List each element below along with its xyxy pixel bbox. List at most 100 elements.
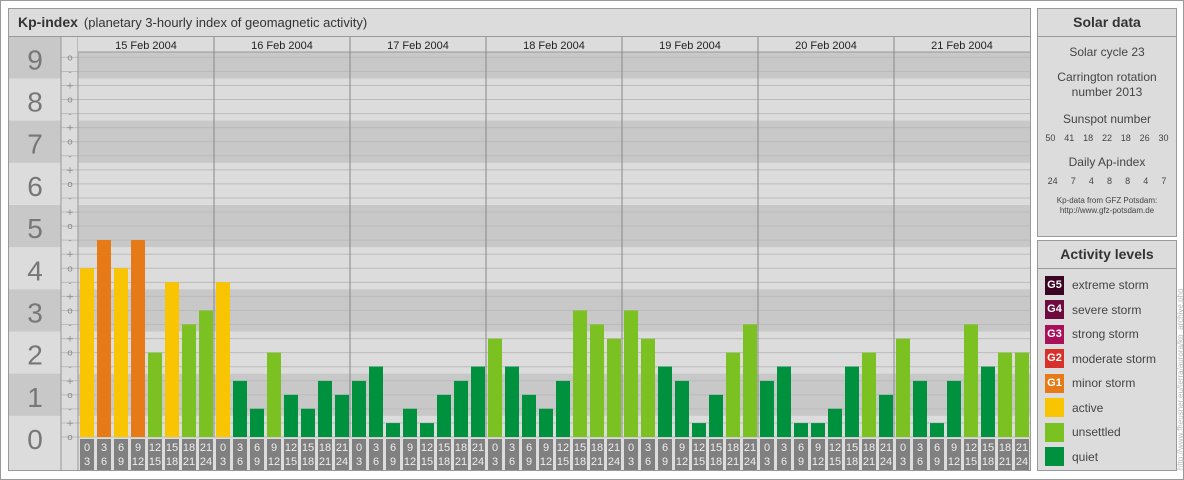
sub-tick-label: + [66, 250, 74, 260]
kp-bar [488, 338, 502, 437]
kp-bar [505, 366, 519, 437]
x-tick-label: 0 [764, 442, 770, 454]
y-tick-label: 5 [27, 213, 43, 244]
x-tick-label: 21 [336, 442, 348, 454]
carrington-line2: number 2013 [1071, 85, 1143, 99]
sub-tick-label: o [67, 180, 73, 190]
kp-bar [964, 324, 978, 437]
x-tick-label: 9 [118, 456, 124, 468]
x-tick-label: 15 [421, 456, 433, 468]
x-tick-label: 15 [982, 442, 994, 454]
sub-tick-label: + [66, 292, 74, 302]
x-tick-label: 6 [917, 456, 923, 468]
kp-bar [420, 423, 434, 437]
x-tick-label: 6 [373, 456, 379, 468]
x-tick-label: 6 [390, 442, 396, 454]
day-label: 18 Feb 2004 [523, 40, 585, 52]
day-label: 20 Feb 2004 [795, 40, 857, 52]
level-swatch-icon: G2 [1045, 349, 1064, 369]
solar-cycle: Solar cycle 23 [1069, 45, 1145, 59]
sub-tick-label: - [68, 194, 71, 204]
x-tick-label: 15 [846, 442, 858, 454]
x-tick-label: 21 [863, 456, 875, 468]
ap-value: 7 [1161, 176, 1167, 186]
kp-bar [777, 366, 791, 437]
x-tick-label: 12 [829, 442, 841, 454]
x-tick-label: 24 [1016, 456, 1028, 468]
x-tick-label: 9 [526, 456, 532, 468]
sub-tick-label: o [67, 138, 73, 148]
sub-tick-label: + [66, 377, 74, 387]
x-tick-label: 18 [302, 456, 314, 468]
x-tick-label: 24 [200, 456, 212, 468]
sub-tick-label: o [67, 53, 73, 63]
kp-bar [692, 423, 706, 437]
kp-bar [335, 394, 349, 437]
x-tick-label: 24 [336, 456, 348, 468]
kp-bar [539, 408, 553, 437]
carrington-line1: Carrington rotation [1057, 70, 1157, 84]
kp-bar [573, 310, 587, 437]
activity-level-item: G1 minor storm [1038, 371, 1176, 396]
x-tick-label: 18 [455, 442, 467, 454]
source-url[interactable]: http://www.fheusner.eu/terra/aurora/kp_a… [1176, 289, 1184, 470]
level-swatch-icon [1045, 398, 1064, 418]
ap-value: 7 [1070, 176, 1076, 186]
kp-bar [879, 394, 893, 437]
kp-bar [165, 282, 179, 437]
level-label: unsettled [1072, 425, 1121, 440]
x-tick-label: 3 [917, 442, 923, 454]
sub-tick-label: - [68, 67, 71, 77]
x-tick-label: 15 [149, 456, 161, 468]
activity-level-item: G2 moderate storm [1038, 347, 1176, 372]
level-swatch-icon: G3 [1045, 324, 1064, 344]
solar-data-panel: Solar data Solar cycle 23 Carrington rot… [1037, 8, 1177, 237]
x-tick-label: 12 [149, 442, 161, 454]
ap-numbers: 24 7 4 8 8 4 7 [1041, 176, 1173, 186]
x-tick-label: 21 [591, 456, 603, 468]
kp-bar [182, 324, 196, 437]
kp-bar [199, 310, 213, 437]
x-tick-label: 6 [101, 456, 107, 468]
kp-bar [522, 394, 536, 437]
x-tick-label: 12 [404, 456, 416, 468]
x-tick-label: 6 [798, 442, 804, 454]
x-tick-label: 3 [237, 442, 243, 454]
y-tick-label: 8 [27, 87, 43, 118]
kp-bar [97, 240, 111, 437]
kp-bar [930, 423, 944, 437]
x-tick-label: 15 [438, 442, 450, 454]
x-tick-label: 9 [271, 442, 277, 454]
activity-levels-title: Activity levels [1038, 241, 1176, 269]
y-tick-label: 2 [27, 340, 43, 371]
x-tick-label: 12 [268, 456, 280, 468]
sub-tick-label: + [66, 419, 74, 429]
sub-tick-label: - [68, 236, 71, 246]
kp-bar [896, 338, 910, 437]
kp-bar [250, 408, 264, 437]
sunspot-label: Sunspot number [1062, 112, 1152, 126]
level-swatch-icon [1045, 422, 1064, 442]
x-tick-label: 15 [710, 442, 722, 454]
kp-bar [1015, 352, 1029, 437]
credit-link[interactable]: http://www.gfz-potsdam.de [1060, 206, 1154, 215]
kp-bar [284, 394, 298, 437]
level-label: active [1072, 400, 1104, 415]
kp-bar [947, 380, 961, 437]
day-label: 17 Feb 2004 [387, 40, 449, 52]
x-tick-label: 0 [220, 442, 226, 454]
x-tick-label: 18 [982, 456, 994, 468]
sub-tick-label: o [67, 96, 73, 106]
sub-tick-label: - [68, 152, 71, 162]
kp-bar [369, 366, 383, 437]
x-tick-label: 15 [693, 456, 705, 468]
solar-data-title: Solar data [1038, 9, 1176, 37]
x-tick-label: 24 [608, 456, 620, 468]
kp-bar [709, 394, 723, 437]
sub-tick-label: o [67, 264, 73, 274]
x-tick-label: 3 [509, 442, 515, 454]
sunspot-value: 26 [1139, 133, 1150, 143]
kp-bar [675, 380, 689, 437]
x-tick-label: 3 [356, 456, 362, 468]
x-tick-label: 9 [407, 442, 413, 454]
